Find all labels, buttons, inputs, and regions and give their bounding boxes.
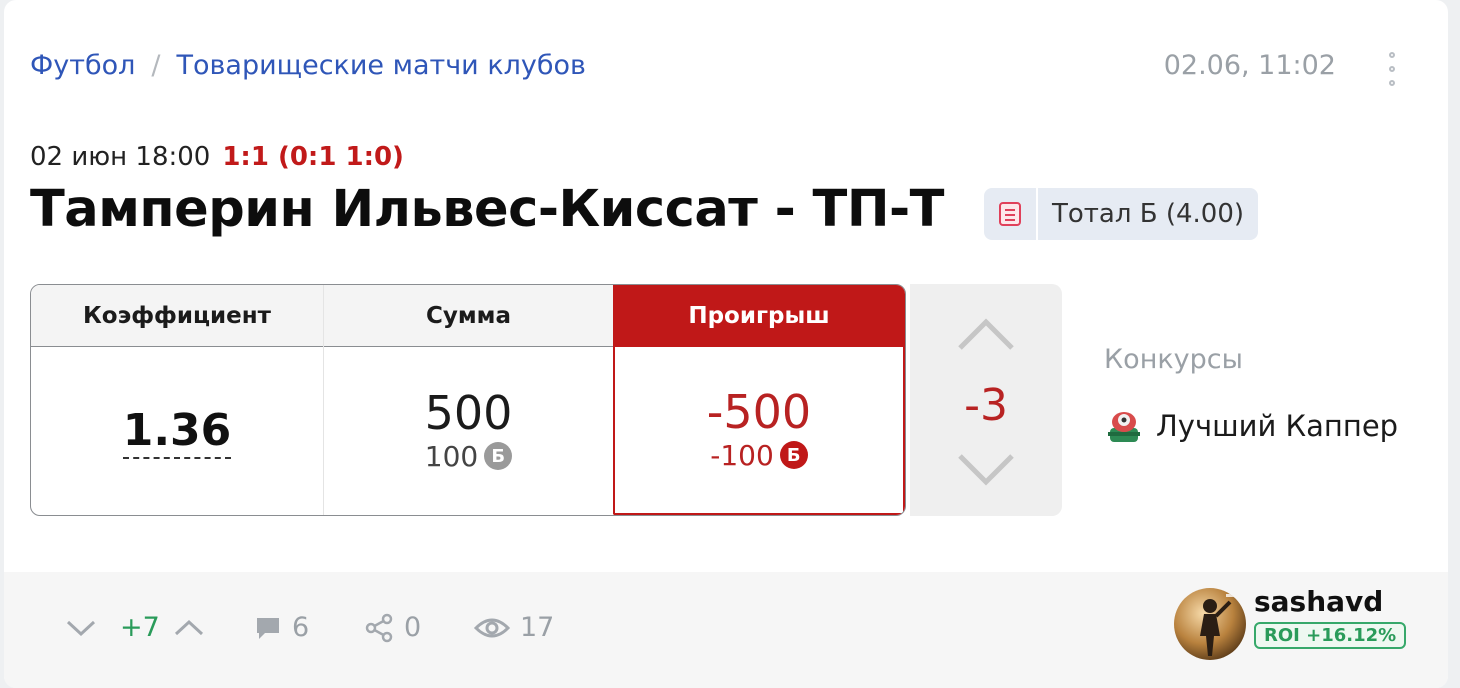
points-badge-icon: Б <box>779 441 808 470</box>
comment-icon <box>257 617 279 639</box>
breadcrumb-sport-link[interactable]: Футбол <box>30 50 135 81</box>
comments-button[interactable]: 6 <box>254 612 309 643</box>
avatar[interactable] <box>1174 588 1246 660</box>
author-profile[interactable]: sashavd ROI +16.12% <box>1174 585 1407 660</box>
contests-label: Конкурсы <box>1104 344 1243 375</box>
contest-item-label: Лучший Каппер <box>1156 409 1399 443</box>
chevron-down-icon[interactable] <box>64 617 98 639</box>
sum-column: Сумма 500 100 Б <box>323 285 613 515</box>
coef-column: Коэффициент 1.36 <box>31 285 323 515</box>
sum-points-value: 100 <box>424 439 479 473</box>
shares-count: 0 <box>404 612 422 643</box>
match-score: 1:1 (0:1 1:0) <box>222 142 404 172</box>
match-title[interactable]: Тамперин Ильвес-Киссат - ТП-Т <box>30 180 944 239</box>
result-header: Проигрыш <box>613 285 905 347</box>
roi-badge: ROI +16.12% <box>1254 622 1407 649</box>
chevron-down-icon[interactable] <box>956 450 1016 490</box>
prediction-card: Футбол / Товарищеские матчи клубов 02.06… <box>4 0 1448 688</box>
coef-value[interactable]: 1.36 <box>122 406 232 460</box>
eye-icon <box>474 618 510 637</box>
trophy-icon <box>1108 412 1140 442</box>
card-footer: +7 6 0 17 sashavd ROI +16.12% <box>4 572 1448 688</box>
vote-count: -3 <box>964 380 1008 431</box>
author-name[interactable]: sashavd <box>1254 585 1406 618</box>
breadcrumb: Футбол / Товарищеские матчи клубов <box>30 50 586 81</box>
vote-panel: -3 <box>910 284 1062 516</box>
bet-type-tag: Тотал Б (4.00) <box>984 188 1259 240</box>
bet-stats-table: Коэффициент 1.36 Сумма 500 100 Б Проигры… <box>30 284 906 516</box>
more-options-icon[interactable] <box>1386 52 1398 86</box>
rating: +7 <box>64 612 216 643</box>
rating-value: +7 <box>120 612 160 643</box>
points-badge-icon: Б <box>484 442 513 471</box>
comments-count: 6 <box>292 612 310 643</box>
result-points: -100 Б <box>710 439 808 472</box>
share-button[interactable]: 0 <box>364 612 421 643</box>
result-points-value: -100 <box>710 438 774 472</box>
share-icon <box>365 613 393 642</box>
views: 17 <box>474 612 554 643</box>
sum-value: 500 <box>424 386 513 441</box>
chevron-up-icon[interactable] <box>956 314 1016 354</box>
contest-item-best-capper[interactable]: Лучший Каппер <box>1104 406 1398 446</box>
posted-timestamp: 02.06, 11:02 <box>1163 50 1336 81</box>
result-column: Проигрыш -500 -100 Б <box>613 285 905 515</box>
chevron-up-icon[interactable] <box>172 617 206 639</box>
list-icon <box>984 188 1038 240</box>
author-info: sashavd ROI +16.12% <box>1254 585 1407 649</box>
match-meta: 02 июн 18:00 1:1 (0:1 1:0) <box>30 142 404 172</box>
breadcrumb-tournament-link[interactable]: Товарищеские матчи клубов <box>177 50 586 81</box>
sum-points: 100 Б <box>424 439 513 473</box>
bet-type-label: Тотал Б (4.00) <box>1052 199 1245 229</box>
sum-header: Сумма <box>324 285 613 347</box>
coef-header: Коэффициент <box>31 285 323 347</box>
match-datetime: 02 июн 18:00 <box>30 142 211 172</box>
result-value: -500 <box>706 385 812 440</box>
views-count: 17 <box>520 612 555 643</box>
breadcrumb-separator: / <box>151 50 161 81</box>
